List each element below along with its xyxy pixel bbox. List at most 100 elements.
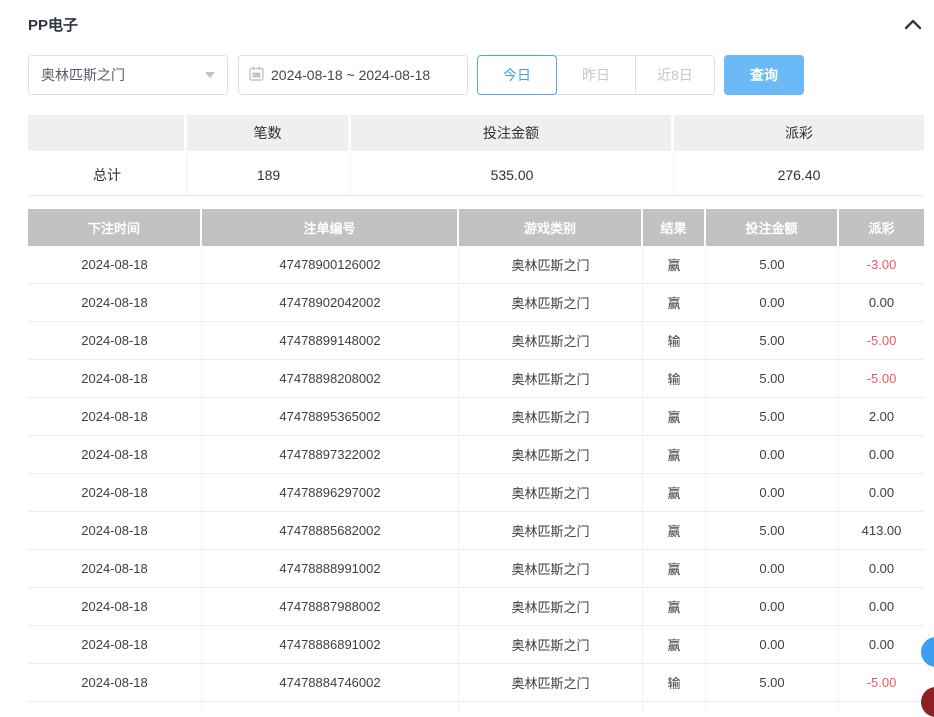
- cell-bet-amount: 0.00: [706, 474, 839, 511]
- cell-payout: 0.00: [839, 474, 924, 511]
- cell-bet-id: 47478885682002: [202, 512, 459, 549]
- date-range-input[interactable]: 2024-08-18 ~ 2024-08-18: [238, 55, 468, 95]
- cell-payout: -3.00: [839, 246, 924, 283]
- cell-bet-time: 2024-08-18: [28, 550, 202, 587]
- summary-header-row: 笔数 投注金额 派彩: [28, 115, 924, 151]
- date-range-value: 2024-08-18 ~ 2024-08-18: [271, 67, 430, 83]
- cell-result: 输: [643, 664, 706, 701]
- cell-payout: 0.00: [839, 626, 924, 663]
- filter-bar: 奥林匹斯之门 2024-08-18 ~ 2024-08-18 今日 昨日 近8日…: [28, 55, 804, 95]
- cell-game-category: 奥林匹斯之门: [459, 626, 643, 663]
- cell-payout: -5.00: [839, 360, 924, 397]
- cell-bet-time: 2024-08-18: [28, 588, 202, 625]
- caret-down-icon: [205, 72, 215, 78]
- cell-bet-id: 47478899148002: [202, 322, 459, 359]
- query-button[interactable]: 查询: [724, 55, 804, 95]
- cell-payout: 0.00: [839, 436, 924, 473]
- summary-header-blank: [28, 115, 187, 151]
- cell-result: 赢: [643, 436, 706, 473]
- cell-payout: 0.00: [839, 284, 924, 321]
- cell-bet-amount: 5.00: [706, 664, 839, 701]
- cell-game-category: 奥林匹斯之门: [459, 664, 643, 701]
- game-select[interactable]: 奥林匹斯之门: [28, 55, 228, 95]
- cell-bet-amount: 5.00: [706, 512, 839, 549]
- chevron-up-icon: [904, 18, 922, 33]
- table-row-partial: [28, 702, 924, 712]
- table-body: 2024-08-18 47478900126002 奥林匹斯之门 赢 5.00 …: [28, 246, 924, 702]
- game-select-value: 奥林匹斯之门: [41, 65, 205, 85]
- records-table: 下注时间 注单编号 游戏类别 结果 投注金额 派彩 2024-08-18 474…: [28, 209, 924, 712]
- header-bet-amount: 投注金额: [706, 209, 839, 246]
- table-row: 2024-08-18 47478898208002 奥林匹斯之门 输 5.00 …: [28, 360, 924, 398]
- cell-bet-amount: 0.00: [706, 284, 839, 321]
- header-payout: 派彩: [839, 209, 924, 246]
- tab-last-8-days[interactable]: 近8日: [635, 55, 715, 95]
- cell-bet-id: 47478896297002: [202, 474, 459, 511]
- cell-result: 赢: [643, 474, 706, 511]
- table-row: 2024-08-18 47478887988002 奥林匹斯之门 赢 0.00 …: [28, 588, 924, 626]
- table-row: 2024-08-18 47478902042002 奥林匹斯之门 赢 0.00 …: [28, 284, 924, 322]
- cell-bet-id: 47478888991002: [202, 550, 459, 587]
- cell-result: 赢: [643, 550, 706, 587]
- cell-game-category: 奥林匹斯之门: [459, 474, 643, 511]
- tab-today[interactable]: 今日: [477, 55, 557, 95]
- summary-total-row: 总计 189 535.00 276.40: [28, 154, 924, 196]
- cell-game-category: 奥林匹斯之门: [459, 550, 643, 587]
- cell-bet-id: 47478886891002: [202, 626, 459, 663]
- cell-game-category: 奥林匹斯之门: [459, 360, 643, 397]
- cell-game-category: 奥林匹斯之门: [459, 588, 643, 625]
- cell-result: 输: [643, 360, 706, 397]
- summary-header-count: 笔数: [187, 115, 351, 151]
- header-bet-id: 注单编号: [202, 209, 459, 246]
- summary-payout-value: 276.40: [674, 154, 924, 195]
- table-row: 2024-08-18 47478885682002 奥林匹斯之门 赢 5.00 …: [28, 512, 924, 550]
- summary-header-bet-amount: 投注金额: [351, 115, 674, 151]
- table-row: 2024-08-18 47478895365002 奥林匹斯之门 赢 5.00 …: [28, 398, 924, 436]
- cell-result: 输: [643, 322, 706, 359]
- cell-bet-amount: 0.00: [706, 588, 839, 625]
- cell-result: 赢: [643, 284, 706, 321]
- collapse-button[interactable]: [902, 17, 924, 32]
- cell-game-category: 奥林匹斯之门: [459, 398, 643, 435]
- cell-payout: 2.00: [839, 398, 924, 435]
- tab-yesterday[interactable]: 昨日: [556, 55, 636, 95]
- cell-result: 赢: [643, 246, 706, 283]
- cell-bet-time: 2024-08-18: [28, 398, 202, 435]
- page-title: PP电子: [28, 14, 78, 35]
- cell-bet-time: 2024-08-18: [28, 360, 202, 397]
- cell-game-category: 奥林匹斯之门: [459, 512, 643, 549]
- cell-bet-time: 2024-08-18: [28, 474, 202, 511]
- panel-header: PP电子: [28, 14, 924, 35]
- table-row: 2024-08-18 47478899148002 奥林匹斯之门 输 5.00 …: [28, 322, 924, 360]
- cell-payout: -5.00: [839, 664, 924, 701]
- summary-header-payout: 派彩: [674, 115, 924, 151]
- header-bet-time: 下注时间: [28, 209, 202, 246]
- cell-game-category: 奥林匹斯之门: [459, 246, 643, 283]
- cell-payout: -5.00: [839, 322, 924, 359]
- cell-payout: 413.00: [839, 512, 924, 549]
- table-row: 2024-08-18 47478896297002 奥林匹斯之门 赢 0.00 …: [28, 474, 924, 512]
- cell-bet-amount: 0.00: [706, 550, 839, 587]
- cell-bet-amount: 5.00: [706, 398, 839, 435]
- cell-bet-time: 2024-08-18: [28, 512, 202, 549]
- cell-game-category: 奥林匹斯之门: [459, 322, 643, 359]
- calendar-icon: [249, 66, 271, 84]
- cell-bet-id: 47478887988002: [202, 588, 459, 625]
- cell-bet-amount: 5.00: [706, 246, 839, 283]
- cell-bet-id: 47478895365002: [202, 398, 459, 435]
- cell-result: 赢: [643, 626, 706, 663]
- cell-bet-id: 47478897322002: [202, 436, 459, 473]
- cell-bet-time: 2024-08-18: [28, 322, 202, 359]
- records-header-row: 下注时间 注单编号 游戏类别 结果 投注金额 派彩: [28, 209, 924, 246]
- table-row: 2024-08-18 47478900126002 奥林匹斯之门 赢 5.00 …: [28, 246, 924, 284]
- table-row: 2024-08-18 47478888991002 奥林匹斯之门 赢 0.00 …: [28, 550, 924, 588]
- cell-bet-amount: 0.00: [706, 436, 839, 473]
- cell-payout: 0.00: [839, 550, 924, 587]
- table-row: 2024-08-18 47478886891002 奥林匹斯之门 赢 0.00 …: [28, 626, 924, 664]
- cell-game-category: 奥林匹斯之门: [459, 436, 643, 473]
- cell-bet-amount: 0.00: [706, 626, 839, 663]
- summary-count-value: 189: [187, 154, 351, 195]
- cell-bet-time: 2024-08-18: [28, 664, 202, 701]
- cell-game-category: 奥林匹斯之门: [459, 284, 643, 321]
- table-row: 2024-08-18 47478884746002 奥林匹斯之门 输 5.00 …: [28, 664, 924, 702]
